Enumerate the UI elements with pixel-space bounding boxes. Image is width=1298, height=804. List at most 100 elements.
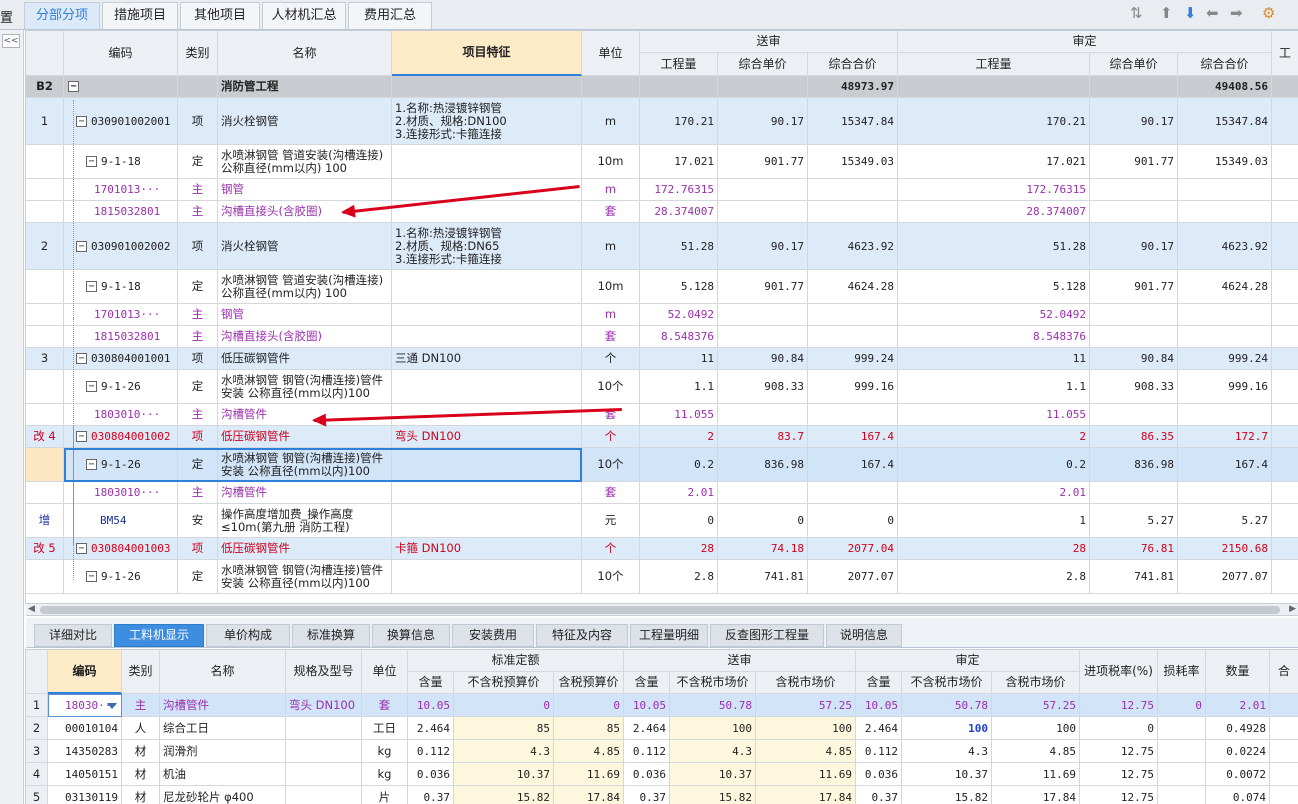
detail-cell-c4[interactable]: 0.37	[624, 786, 670, 804]
main-cell-name[interactable]: 水喷淋钢管 管道安装(沟槽连接) 公称直径(mm以内) 100	[218, 270, 392, 304]
header-code[interactable]: 编码	[64, 31, 178, 76]
detail-cell-c1[interactable]: 0.37	[408, 786, 454, 804]
detail-cell-c3[interactable]: 85	[554, 717, 624, 740]
main-cell-t1[interactable]: 167.4	[808, 448, 898, 482]
main-cell-feature[interactable]: 弯头 DN100	[392, 426, 582, 448]
detail-cell-spec[interactable]	[286, 740, 362, 763]
main-cell-code[interactable]: −9-1-18	[64, 270, 178, 304]
detail-header-n[interactable]	[26, 650, 48, 694]
main-cell-p2[interactable]	[1090, 482, 1178, 504]
main-cell-q1[interactable]: 2.01	[640, 482, 718, 504]
detail-cell-c12[interactable]: 0.074	[1206, 786, 1270, 804]
detail-cell-c6[interactable]: 100	[756, 717, 856, 740]
main-cell-type[interactable]: 主	[178, 482, 218, 504]
main-cell-q2[interactable]	[898, 76, 1090, 98]
detail-header-group-send[interactable]: 送审	[624, 650, 856, 672]
detail-header-c4[interactable]: 含量	[624, 672, 670, 694]
header-type[interactable]: 类别	[178, 31, 218, 76]
main-cell-q2[interactable]: 28	[898, 538, 1090, 560]
tree-collapse-toggle[interactable]: −	[76, 115, 87, 127]
detail-cell-c10[interactable]: 12.75	[1080, 763, 1158, 786]
detail-cell-c9[interactable]: 57.25	[992, 694, 1080, 717]
main-cell-unit[interactable]: 套	[582, 404, 640, 426]
main-cell-unit[interactable]: 个	[582, 426, 640, 448]
main-cell-name[interactable]: 水喷淋钢管 钢管(沟槽连接)管件安装 公称直径(mm以内)100	[218, 448, 392, 482]
header-extra[interactable]: 工	[1272, 31, 1298, 76]
header-feature[interactable]: 项目特征	[392, 31, 582, 76]
main-cell-unit[interactable]	[582, 76, 640, 98]
main-cell-p1[interactable]: 90.17	[718, 98, 808, 145]
detail-cell-c6[interactable]: 57.25	[756, 694, 856, 717]
detail-cell-c4[interactable]: 10.05	[624, 694, 670, 717]
main-cell-q2[interactable]: 2	[898, 426, 1090, 448]
main-cell-feature[interactable]: 三通 DN100	[392, 348, 582, 370]
main-cell-unit[interactable]: m	[582, 304, 640, 326]
header-qty-final[interactable]: 工程量	[898, 53, 1090, 76]
main-cell-code[interactable]: BM54	[64, 504, 178, 538]
tree-collapse-toggle[interactable]: −	[86, 281, 97, 292]
main-cell-name[interactable]: 操作高度增加费_操作高度≤10m(第九册 消防工程)	[218, 504, 392, 538]
main-cell-t2[interactable]: 2077.07	[1178, 560, 1272, 594]
bottom-tab-0[interactable]: 详细对比	[34, 624, 112, 647]
main-cell-p2[interactable]: 76.81	[1090, 538, 1178, 560]
detail-cell-c11[interactable]	[1158, 740, 1206, 763]
main-cell-t2[interactable]: 49408.56	[1178, 76, 1272, 98]
main-cell-unit[interactable]: 10个	[582, 448, 640, 482]
main-cell-code[interactable]: 1803010···	[64, 404, 178, 426]
detail-cell-c7[interactable]: 0.036	[856, 763, 902, 786]
main-cell-p1[interactable]	[718, 76, 808, 98]
main-cell-q2[interactable]: 51.28	[898, 223, 1090, 270]
main-cell-unit[interactable]: m	[582, 98, 640, 145]
main-cell-q1[interactable]: 2	[640, 426, 718, 448]
main-cell-type[interactable]: 定	[178, 145, 218, 179]
main-cell-feature[interactable]	[392, 448, 582, 482]
main-cell-p1[interactable]: 741.81	[718, 560, 808, 594]
detail-header-c9[interactable]: 含税市场价	[992, 672, 1080, 694]
main-cell-p1[interactable]: 90.17	[718, 223, 808, 270]
main-cell-name[interactable]: 低压碳钢管件	[218, 348, 392, 370]
main-cell-type[interactable]: 主	[178, 404, 218, 426]
main-cell-code[interactable]: −030901002001	[64, 98, 178, 145]
detail-cell-c1[interactable]: 10.05	[408, 694, 454, 717]
bottom-tab-7[interactable]: 工程量明细	[630, 624, 708, 647]
main-cell-q2[interactable]: 172.76315	[898, 179, 1090, 201]
tree-collapse-toggle[interactable]: −	[76, 353, 87, 364]
main-cell-p1[interactable]	[718, 482, 808, 504]
main-cell-p2[interactable]	[1090, 76, 1178, 98]
detail-cell-c5[interactable]: 4.3	[670, 740, 756, 763]
main-cell-feature[interactable]	[392, 145, 582, 179]
main-cell-feature[interactable]	[392, 370, 582, 404]
detail-header-amount[interactable]: 数量	[1206, 650, 1270, 694]
detail-header-loss[interactable]: 损耗率	[1158, 650, 1206, 694]
detail-cell-c9[interactable]: 4.85	[992, 740, 1080, 763]
main-cell-q1[interactable]: 172.76315	[640, 179, 718, 201]
detail-cell-c7[interactable]: 0.112	[856, 740, 902, 763]
detail-cell-spec[interactable]	[286, 717, 362, 740]
main-cell-feature[interactable]: 1.名称:热浸镀锌钢管 2.材质、规格:DN100 3.连接形式:卡箍连接	[392, 98, 582, 145]
detail-cell-c4[interactable]: 0.036	[624, 763, 670, 786]
main-cell-t2[interactable]	[1178, 482, 1272, 504]
main-cell-p2[interactable]	[1090, 404, 1178, 426]
detail-header-group-std[interactable]: 标准定额	[408, 650, 624, 672]
main-cell-t1[interactable]	[808, 304, 898, 326]
main-cell-type[interactable]: 项	[178, 223, 218, 270]
main-cell-code[interactable]: 1815032801	[64, 201, 178, 223]
main-cell-type[interactable]: 主	[178, 304, 218, 326]
detail-header-group-final[interactable]: 审定	[856, 650, 1080, 672]
main-cell-name[interactable]: 沟槽管件	[218, 482, 392, 504]
main-cell-q1[interactable]: 170.21	[640, 98, 718, 145]
detail-cell-c11[interactable]	[1158, 763, 1206, 786]
main-cell-unit[interactable]: 套	[582, 326, 640, 348]
detail-cell-unit[interactable]: kg	[362, 763, 408, 786]
main-cell-q2[interactable]: 8.548376	[898, 326, 1090, 348]
main-cell-type[interactable]: 定	[178, 448, 218, 482]
main-cell-unit[interactable]: m	[582, 179, 640, 201]
detail-header-c5[interactable]: 不含税市场价	[670, 672, 756, 694]
detail-cell-c5[interactable]: 50.78	[670, 694, 756, 717]
detail-header-type[interactable]: 类别	[122, 650, 160, 694]
main-cell-p1[interactable]: 90.84	[718, 348, 808, 370]
main-cell-q2[interactable]: 17.021	[898, 145, 1090, 179]
main-cell-t2[interactable]	[1178, 304, 1272, 326]
header-group-final[interactable]: 审定	[898, 31, 1272, 53]
detail-cell-type[interactable]: 材	[122, 740, 160, 763]
